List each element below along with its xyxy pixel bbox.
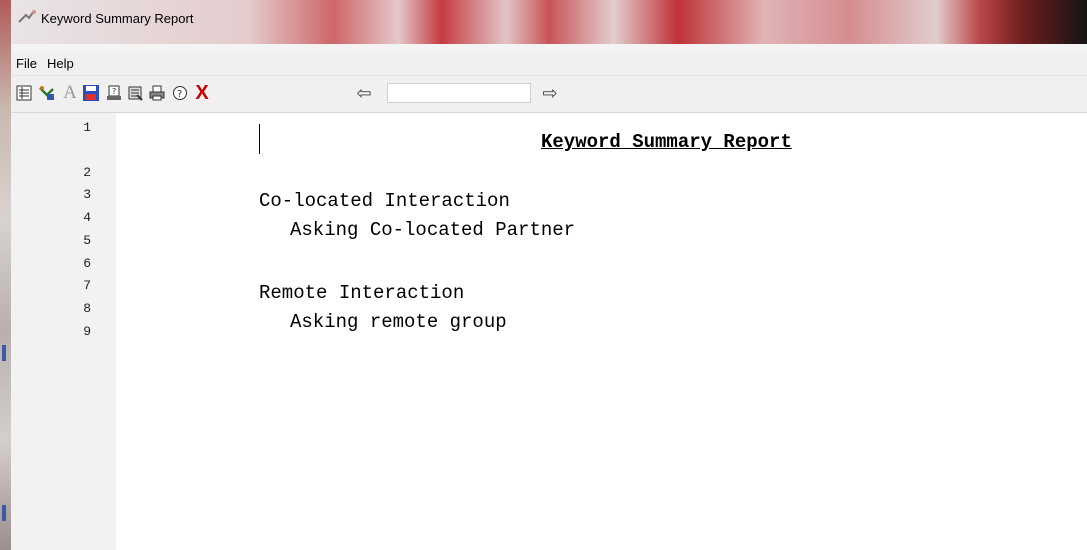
line-number: 7 [83,278,91,293]
report-window: Keyword Summary Report File Help A ? ? X… [11,0,1087,550]
line-number: 5 [83,233,91,248]
report-title: Keyword Summary Report [541,131,792,153]
menu-help[interactable]: Help [47,56,74,71]
group-item: Asking Co-located Partner [290,219,576,241]
title-separator [11,44,1087,53]
group-heading: Co-located Interaction [259,190,510,212]
menu-file[interactable]: File [16,56,37,71]
menu-bar: File Help [11,53,1087,76]
line-number: 1 [83,120,91,135]
group-heading: Remote Interaction [259,282,465,304]
svg-text:?: ? [177,89,182,100]
window-title: Keyword Summary Report [41,11,194,26]
app-icon [17,9,37,25]
line-number: 4 [83,210,91,225]
search-input[interactable] [387,83,531,103]
next-arrow-icon[interactable]: ⇨ [541,82,559,104]
report-text-area[interactable] [116,113,1087,550]
line-number: 2 [83,165,91,180]
desktop-edge-mark [2,345,6,361]
desktop-background-strip [0,0,11,550]
line-number-gutter: 1 2 3 4 5 6 7 8 9 [11,113,117,550]
previous-arrow-icon[interactable]: ⇦ [355,82,373,104]
line-number: 6 [83,256,91,271]
report-icon[interactable]: ? [105,82,123,104]
font-icon[interactable]: A [61,82,79,104]
keyword-icon[interactable] [38,82,56,104]
text-caret [259,124,260,154]
line-number: 3 [83,187,91,202]
notes-icon[interactable] [126,82,144,104]
print-icon[interactable] [148,82,166,104]
desktop-edge-mark [2,505,6,521]
help-icon[interactable]: ? [171,82,189,104]
close-icon[interactable]: X [193,82,211,104]
save-icon[interactable] [82,82,100,104]
group-item: Asking remote group [290,311,507,333]
list-view-icon[interactable] [15,82,33,104]
svg-text:?: ? [112,87,116,96]
title-bar[interactable]: Keyword Summary Report [11,0,1087,44]
line-number: 9 [83,324,91,339]
toolbar: A ? ? X ⇦ ⇨ [11,76,1087,113]
line-number: 8 [83,301,91,316]
